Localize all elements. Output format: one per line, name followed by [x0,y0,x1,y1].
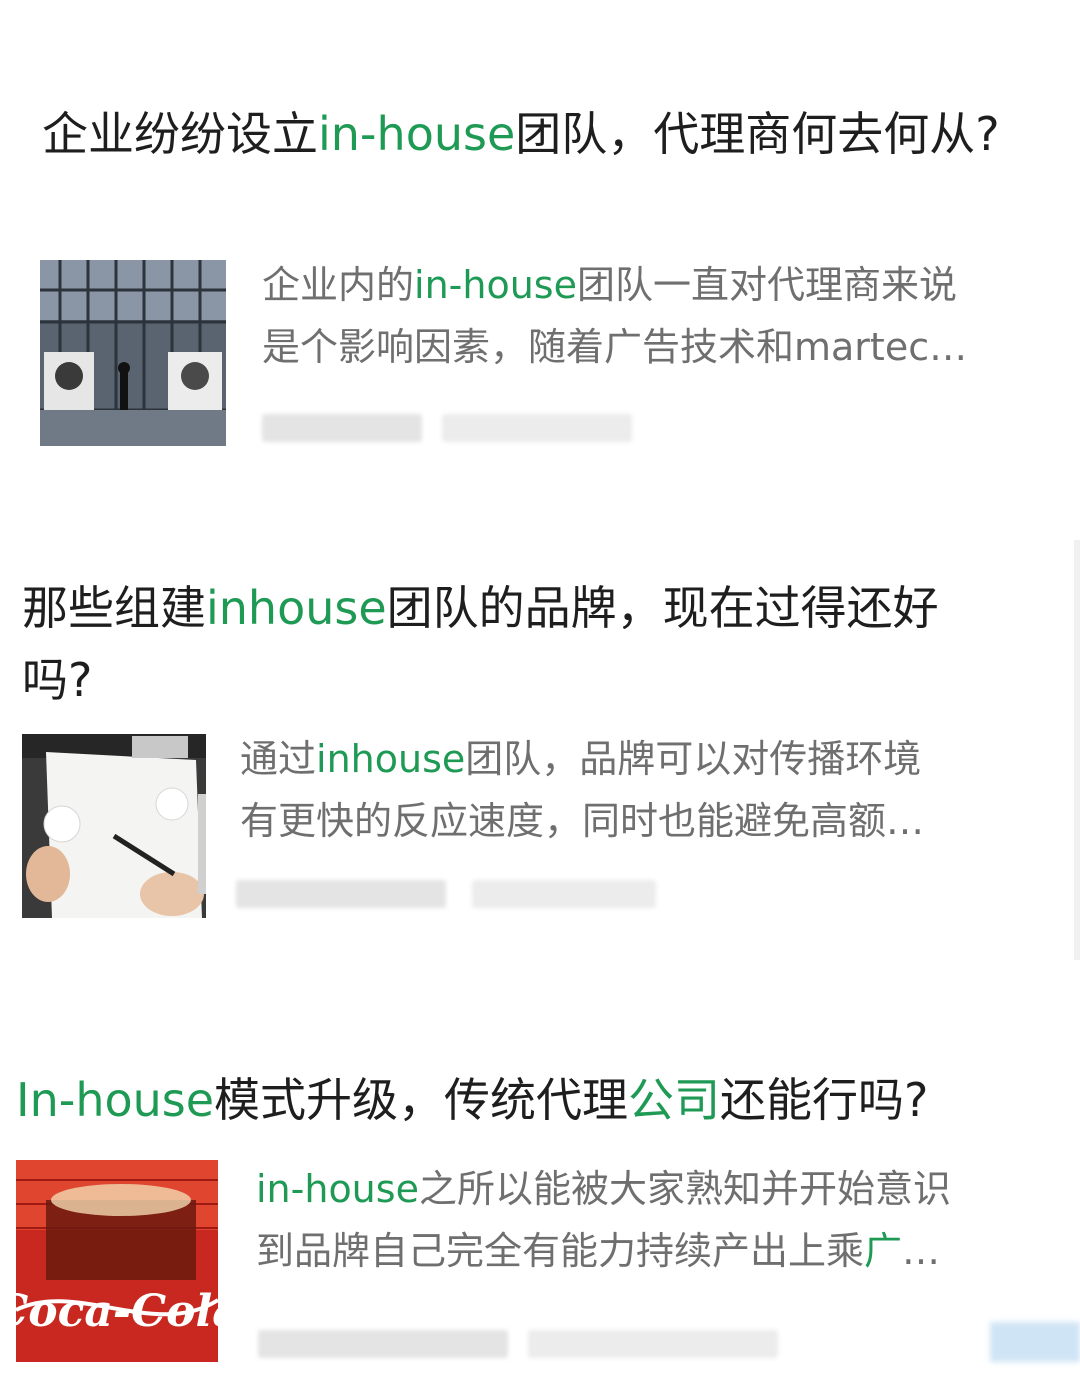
article-summary: in-house之所以能被大家熟知并开始意识 到品牌自己完全有能力持续产出上乘广… [256,1158,1080,1282]
summary-text: 企业内的 [262,263,415,307]
corner-blurred-element [990,1322,1080,1362]
article-summary: 通过inhouse团队，品牌可以对传播环境 有更快的反应速度，同时也能避免高额… [240,728,1040,852]
summary-text: 到品牌自己完全有能力持续产出上乘 [256,1229,865,1273]
summary-text: 是个影响因素，随着广告技术和martec… [262,325,968,369]
article-thumbnail[interactable] [22,734,206,918]
title-text: 那些组建 [22,581,206,635]
article-thumbnail[interactable] [40,260,226,446]
article-summary: 企业内的in-house团队一直对代理商来说 是个影响因素，随着广告技术和mar… [262,254,1052,378]
summary-text: 团队，品牌可以对传播环境 [465,737,922,781]
title-keyword: In-house [16,1073,215,1127]
article-meta-blurred [258,1330,778,1358]
title-keyword: inhouse [206,581,387,635]
title-text: 企业纷纷设立 [42,107,318,161]
article-title[interactable]: In-house模式升级，传统代理公司还能行吗? [16,1064,1080,1136]
article-meta-blurred [236,880,656,908]
summary-text: 通过 [240,737,317,781]
title-text: 模式升级，传统代理 [214,1073,629,1127]
summary-keyword: in-house [414,263,577,307]
summary-text: 团队一直对代理商来说 [576,263,957,307]
scroll-edge [1074,540,1080,960]
article-meta-blurred [262,414,632,442]
title-text: 团队，代理商何去何从? [515,107,1000,161]
summary-keyword: 广 [864,1229,903,1273]
title-keyword: in-house [318,107,516,161]
article-title[interactable]: 那些组建inhouse团队的品牌，现在过得还好吗? [22,572,1002,716]
article-title[interactable]: 企业纷纷设立in-house团队，代理商何去何从? [42,98,1002,170]
summary-text: 之所以能被大家熟知并开始意识 [418,1167,951,1211]
title-keyword: 公司 [628,1073,721,1127]
coca-cola-logo: Coca-Cola [16,1286,218,1337]
summary-text: 有更快的反应速度，同时也能避免高额… [240,799,925,843]
summary-text: … [902,1229,941,1273]
title-text: 还能行吗? [720,1073,929,1127]
article-thumbnail[interactable]: Coca-Cola [16,1160,218,1362]
summary-keyword: inhouse [316,737,466,781]
summary-keyword: in-house [256,1167,419,1211]
